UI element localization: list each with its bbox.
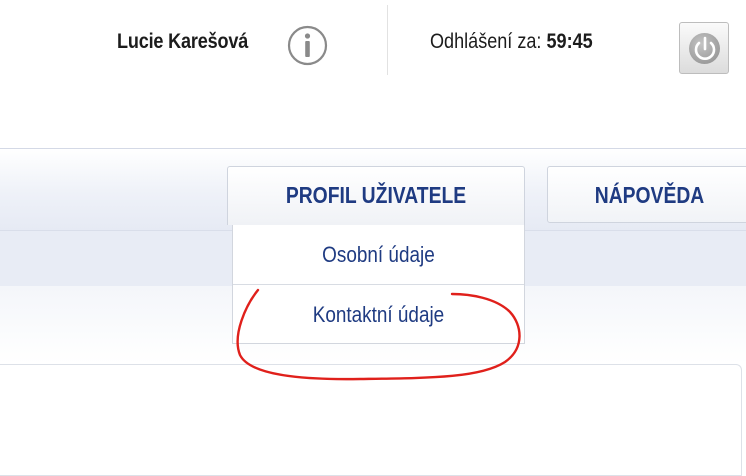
tab-label: NÁPOVĚDA [594,182,705,208]
tab-profil-uzivatele[interactable]: PROFIL UŽIVATELE [227,166,525,225]
info-circle-icon[interactable] [287,25,328,66]
menu-item-label: Kontaktní údaje [312,302,445,327]
topbar-divider [387,5,388,75]
power-icon [694,36,716,60]
content-panel [0,364,742,476]
logout-timer: 59:45 [546,30,593,53]
logout-countdown: Odhlášení za: 59:45 [430,30,593,54]
tab-napoveda[interactable]: NÁPOVĚDA [547,166,746,223]
logout-button[interactable] [679,22,729,74]
user-name[interactable]: Lucie Karešová [117,30,248,54]
menu-item-kontaktni-udaje[interactable]: Kontaktní údaje [233,285,524,344]
menu-item-label: Osobní údaje [322,242,435,267]
logout-label: Odhlášení za: [430,30,542,53]
top-bar: Lucie Karešová Odhlášení za: 59:45 [0,0,746,90]
menu-item-osobni-udaje[interactable]: Osobní údaje [233,225,524,285]
tab-label: PROFIL UŽIVATELE [285,182,467,208]
profile-dropdown-menu: Osobní údaje Kontaktní údaje [232,225,525,344]
